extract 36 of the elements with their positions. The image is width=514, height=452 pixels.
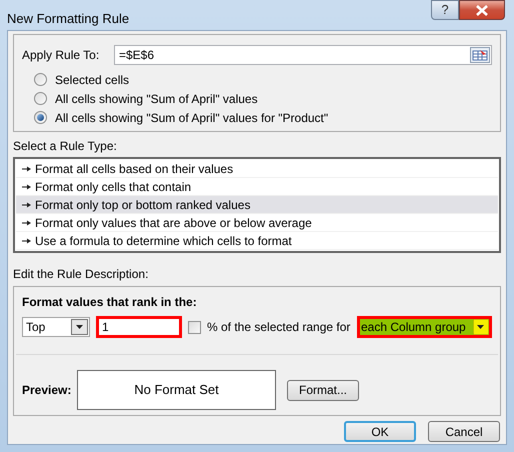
section-label: Select a Rule Type: xyxy=(13,138,118,155)
window-title: New Formatting Rule xyxy=(7,10,130,28)
close-button[interactable] xyxy=(459,0,505,20)
dialog-button[interactable]: Cancel xyxy=(428,421,500,442)
arrow-icon xyxy=(22,184,31,190)
field-value: 1 xyxy=(102,319,109,336)
dropdown-value: Top xyxy=(26,319,46,336)
dropdown-value: each Column group xyxy=(360,319,466,336)
field-label: Apply Rule To: xyxy=(22,47,100,64)
preview-label: Preview: xyxy=(22,382,72,399)
section-label: Edit the Rule Description: xyxy=(13,266,150,283)
rank-count-field[interactable]: 1 xyxy=(96,316,182,338)
radio-label: All cells showing "Sum of April" values for "Product" xyxy=(55,110,328,126)
collapse-dialog-icon[interactable] xyxy=(470,47,490,63)
range-field[interactable]: =$E$6 xyxy=(114,45,492,65)
radio-button[interactable] xyxy=(34,92,47,105)
arrow-icon xyxy=(22,202,31,208)
description-heading: Format values that rank in the: xyxy=(22,294,198,311)
arrow-icon xyxy=(22,166,31,172)
group-dropdown[interactable]: each Column group xyxy=(357,316,492,338)
percent-checkbox[interactable] xyxy=(188,320,201,334)
checkbox-label: % of the selected range for xyxy=(207,319,350,336)
arrow-icon xyxy=(22,238,31,244)
radio-button[interactable] xyxy=(34,111,47,124)
radio-label: Selected cells xyxy=(55,72,130,88)
radio-button[interactable] xyxy=(34,73,47,86)
radio-label: All cells showing "Sum of April" values xyxy=(55,90,258,108)
rule-type-item[interactable]: Format only top or bottom ranked values xyxy=(16,196,498,214)
dialog-button[interactable]: OK xyxy=(344,421,416,442)
preview-text: No Format Set xyxy=(134,381,219,400)
arrow-icon xyxy=(22,220,31,226)
rank-direction-dropdown[interactable]: Top xyxy=(22,317,90,337)
close-icon xyxy=(476,4,488,16)
field-value: =$E$6 xyxy=(119,47,154,64)
help-button[interactable]: ? xyxy=(431,0,459,20)
format-button[interactable]: Format... xyxy=(287,380,359,400)
